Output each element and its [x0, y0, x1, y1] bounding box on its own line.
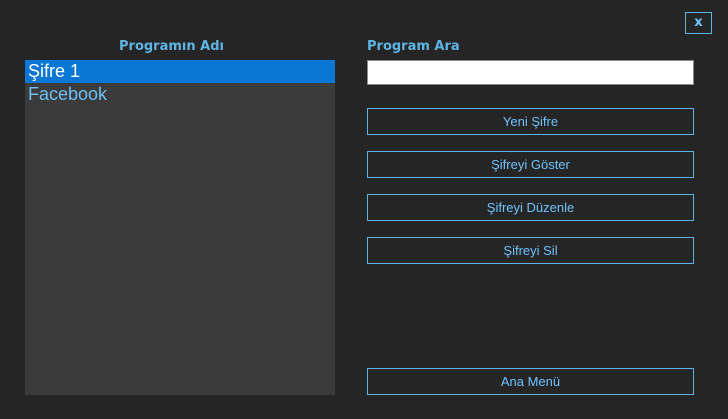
main-menu-button[interactable]: Ana Menü [367, 368, 694, 395]
new-password-label: Yeni Şifre [502, 114, 559, 129]
delete-password-label: Şifreyi Sil [503, 243, 558, 258]
main-menu-label: Ana Menü [500, 374, 561, 389]
close-button[interactable]: x [685, 12, 712, 34]
show-password-label: Şifreyi Göster [491, 157, 570, 172]
list-item-label: Şifre 1 [28, 61, 81, 81]
show-password-button[interactable]: Şifreyi Göster [367, 151, 694, 178]
delete-password-button[interactable]: Şifreyi Sil [367, 237, 694, 264]
new-password-button[interactable]: Yeni Şifre [367, 108, 694, 135]
edit-password-label: Şifreyi Düzenle [486, 200, 575, 215]
program-search-input[interactable] [367, 60, 694, 85]
password-manager-window: x Programın Adı Program Ara Şifre 1 Face… [0, 0, 728, 419]
edit-password-button[interactable]: Şifreyi Düzenle [367, 194, 694, 221]
program-list-title: Programın Adı [119, 39, 224, 54]
close-icon: x [694, 15, 703, 30]
program-listbox[interactable]: Şifre 1 Facebook [25, 60, 335, 395]
search-title: Program Ara [367, 39, 460, 54]
list-item[interactable]: Şifre 1 [25, 60, 335, 83]
list-item[interactable]: Facebook [25, 83, 335, 106]
list-item-label: Facebook [28, 84, 108, 104]
